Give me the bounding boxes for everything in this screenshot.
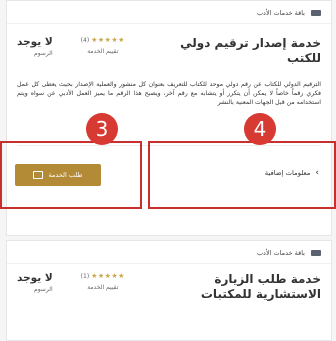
package-icon [311,10,321,16]
package-icon [311,250,321,256]
fee-label: الرسوم [33,50,53,57]
rating-count: (1) [80,273,90,280]
service-rating: ★★★★★ (1) تقييم الخدمة [81,272,125,291]
service-card-second: باقة خدمات الأدب خدمة طلب الزيارة الاستش… [6,240,332,341]
rating-label: تقييم الخدمة [87,48,119,55]
rating-stars-icon: ★★★★★ [91,272,125,280]
annotation-box-request [0,141,142,209]
package-label: باقة خدمات الأدب [256,9,305,17]
package-row: باقة خدمات الأدب [7,1,331,24]
fee-block: لا يوجد الرسوم [17,36,53,57]
service-title: خدمة إصدار ترقيم دولي للكتب [180,36,321,65]
fee-value: لا يوجد [17,272,53,284]
annotation-badge-3: 3 [86,113,118,145]
package-label: باقة خدمات الأدب [256,249,305,257]
service-title: خدمة طلب الزيارة الاستشارية للمكتبات [200,272,321,301]
annotation-badge-4: 4 [244,113,276,145]
fee-label: الرسوم [33,286,53,293]
fee-value: لا يوجد [17,36,53,48]
service-rating: ★★★★★ (4) تقييم الخدمة [81,36,125,55]
package-row: باقة خدمات الأدب [7,241,331,264]
rating-count: (4) [80,37,90,44]
fee-block: لا يوجد الرسوم [17,272,53,293]
rating-label: تقييم الخدمة [87,284,119,291]
annotation-box-more-info [148,141,336,209]
service-description: الترقيم الدولي للكتاب عن رقم دولي موحد ل… [17,81,321,106]
rating-stars-icon: ★★★★★ [91,36,125,44]
